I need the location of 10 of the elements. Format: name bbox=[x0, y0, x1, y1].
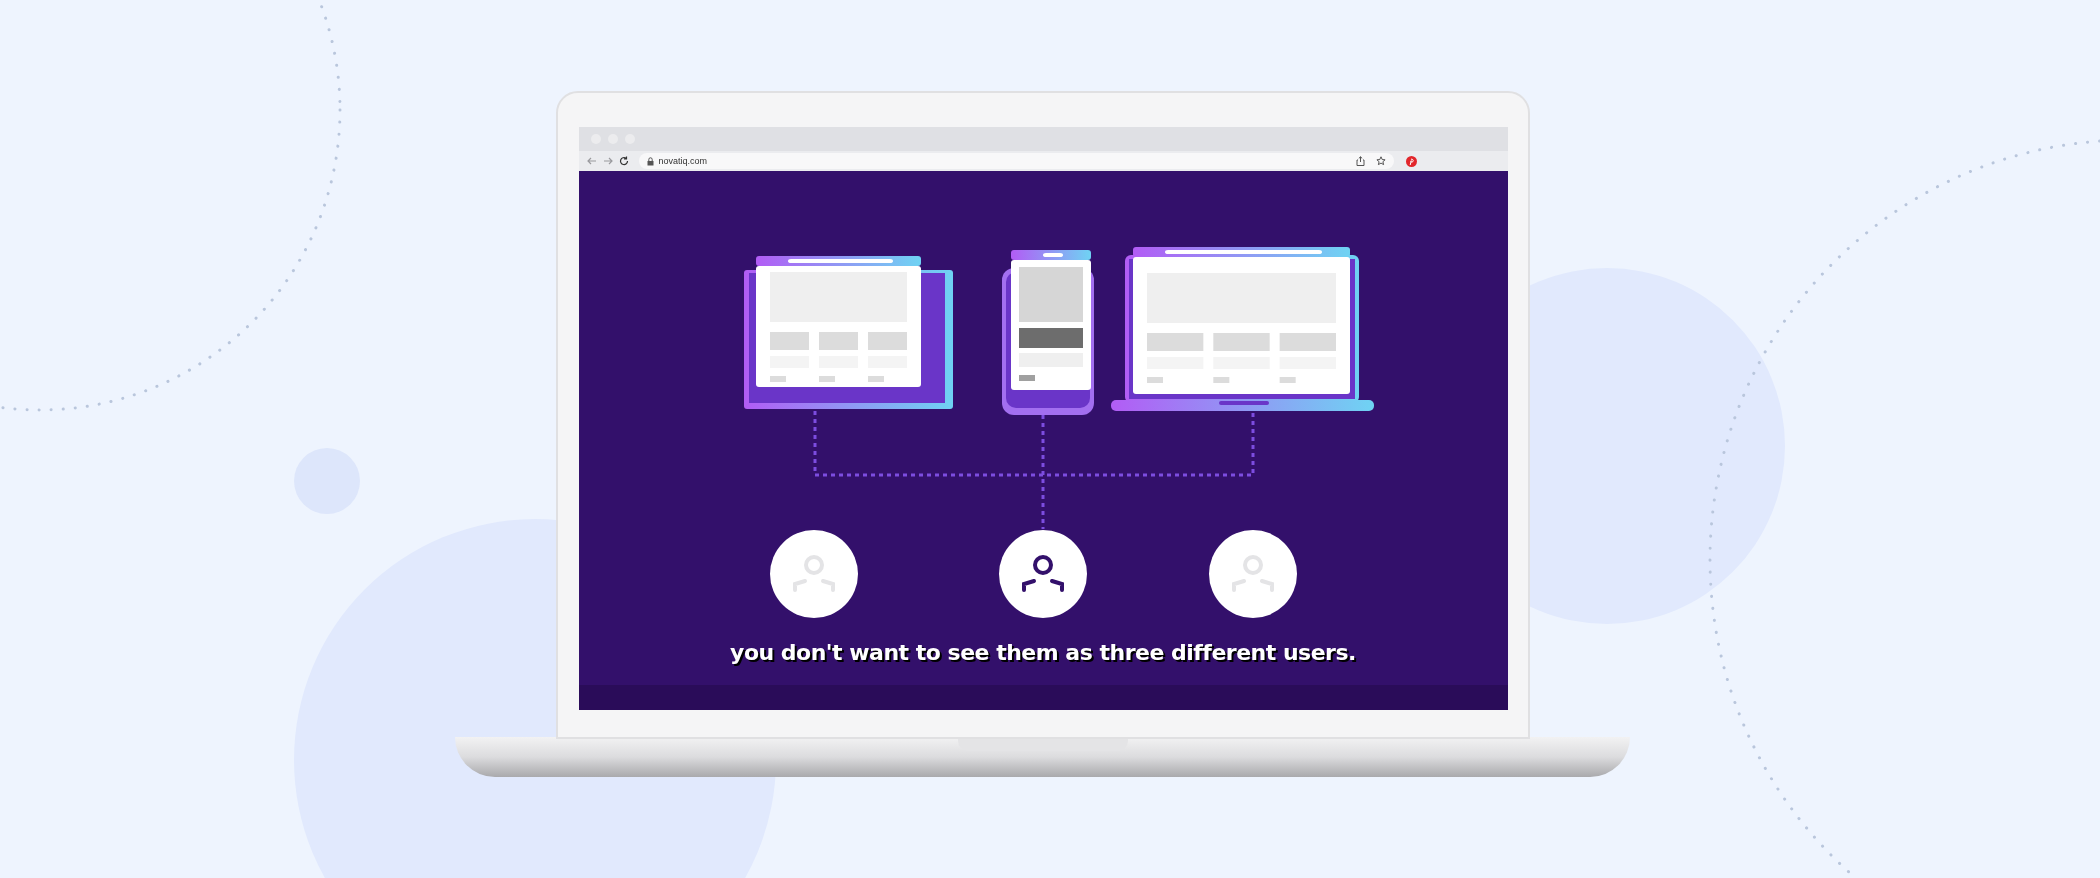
star-icon[interactable] bbox=[1375, 156, 1386, 166]
url-text: novatiq.com bbox=[658, 156, 708, 166]
video-caption: you don't want to see them as three different users. bbox=[730, 642, 1356, 664]
address-bar[interactable]: novatiq.com bbox=[638, 153, 1394, 169]
reload-icon[interactable] bbox=[618, 156, 629, 166]
pin-icon[interactable] bbox=[1405, 155, 1417, 167]
lock-icon bbox=[646, 156, 654, 166]
back-arrow-icon[interactable] bbox=[586, 156, 597, 166]
forward-arrow-icon[interactable] bbox=[602, 156, 613, 166]
share-icon[interactable] bbox=[1355, 156, 1365, 166]
